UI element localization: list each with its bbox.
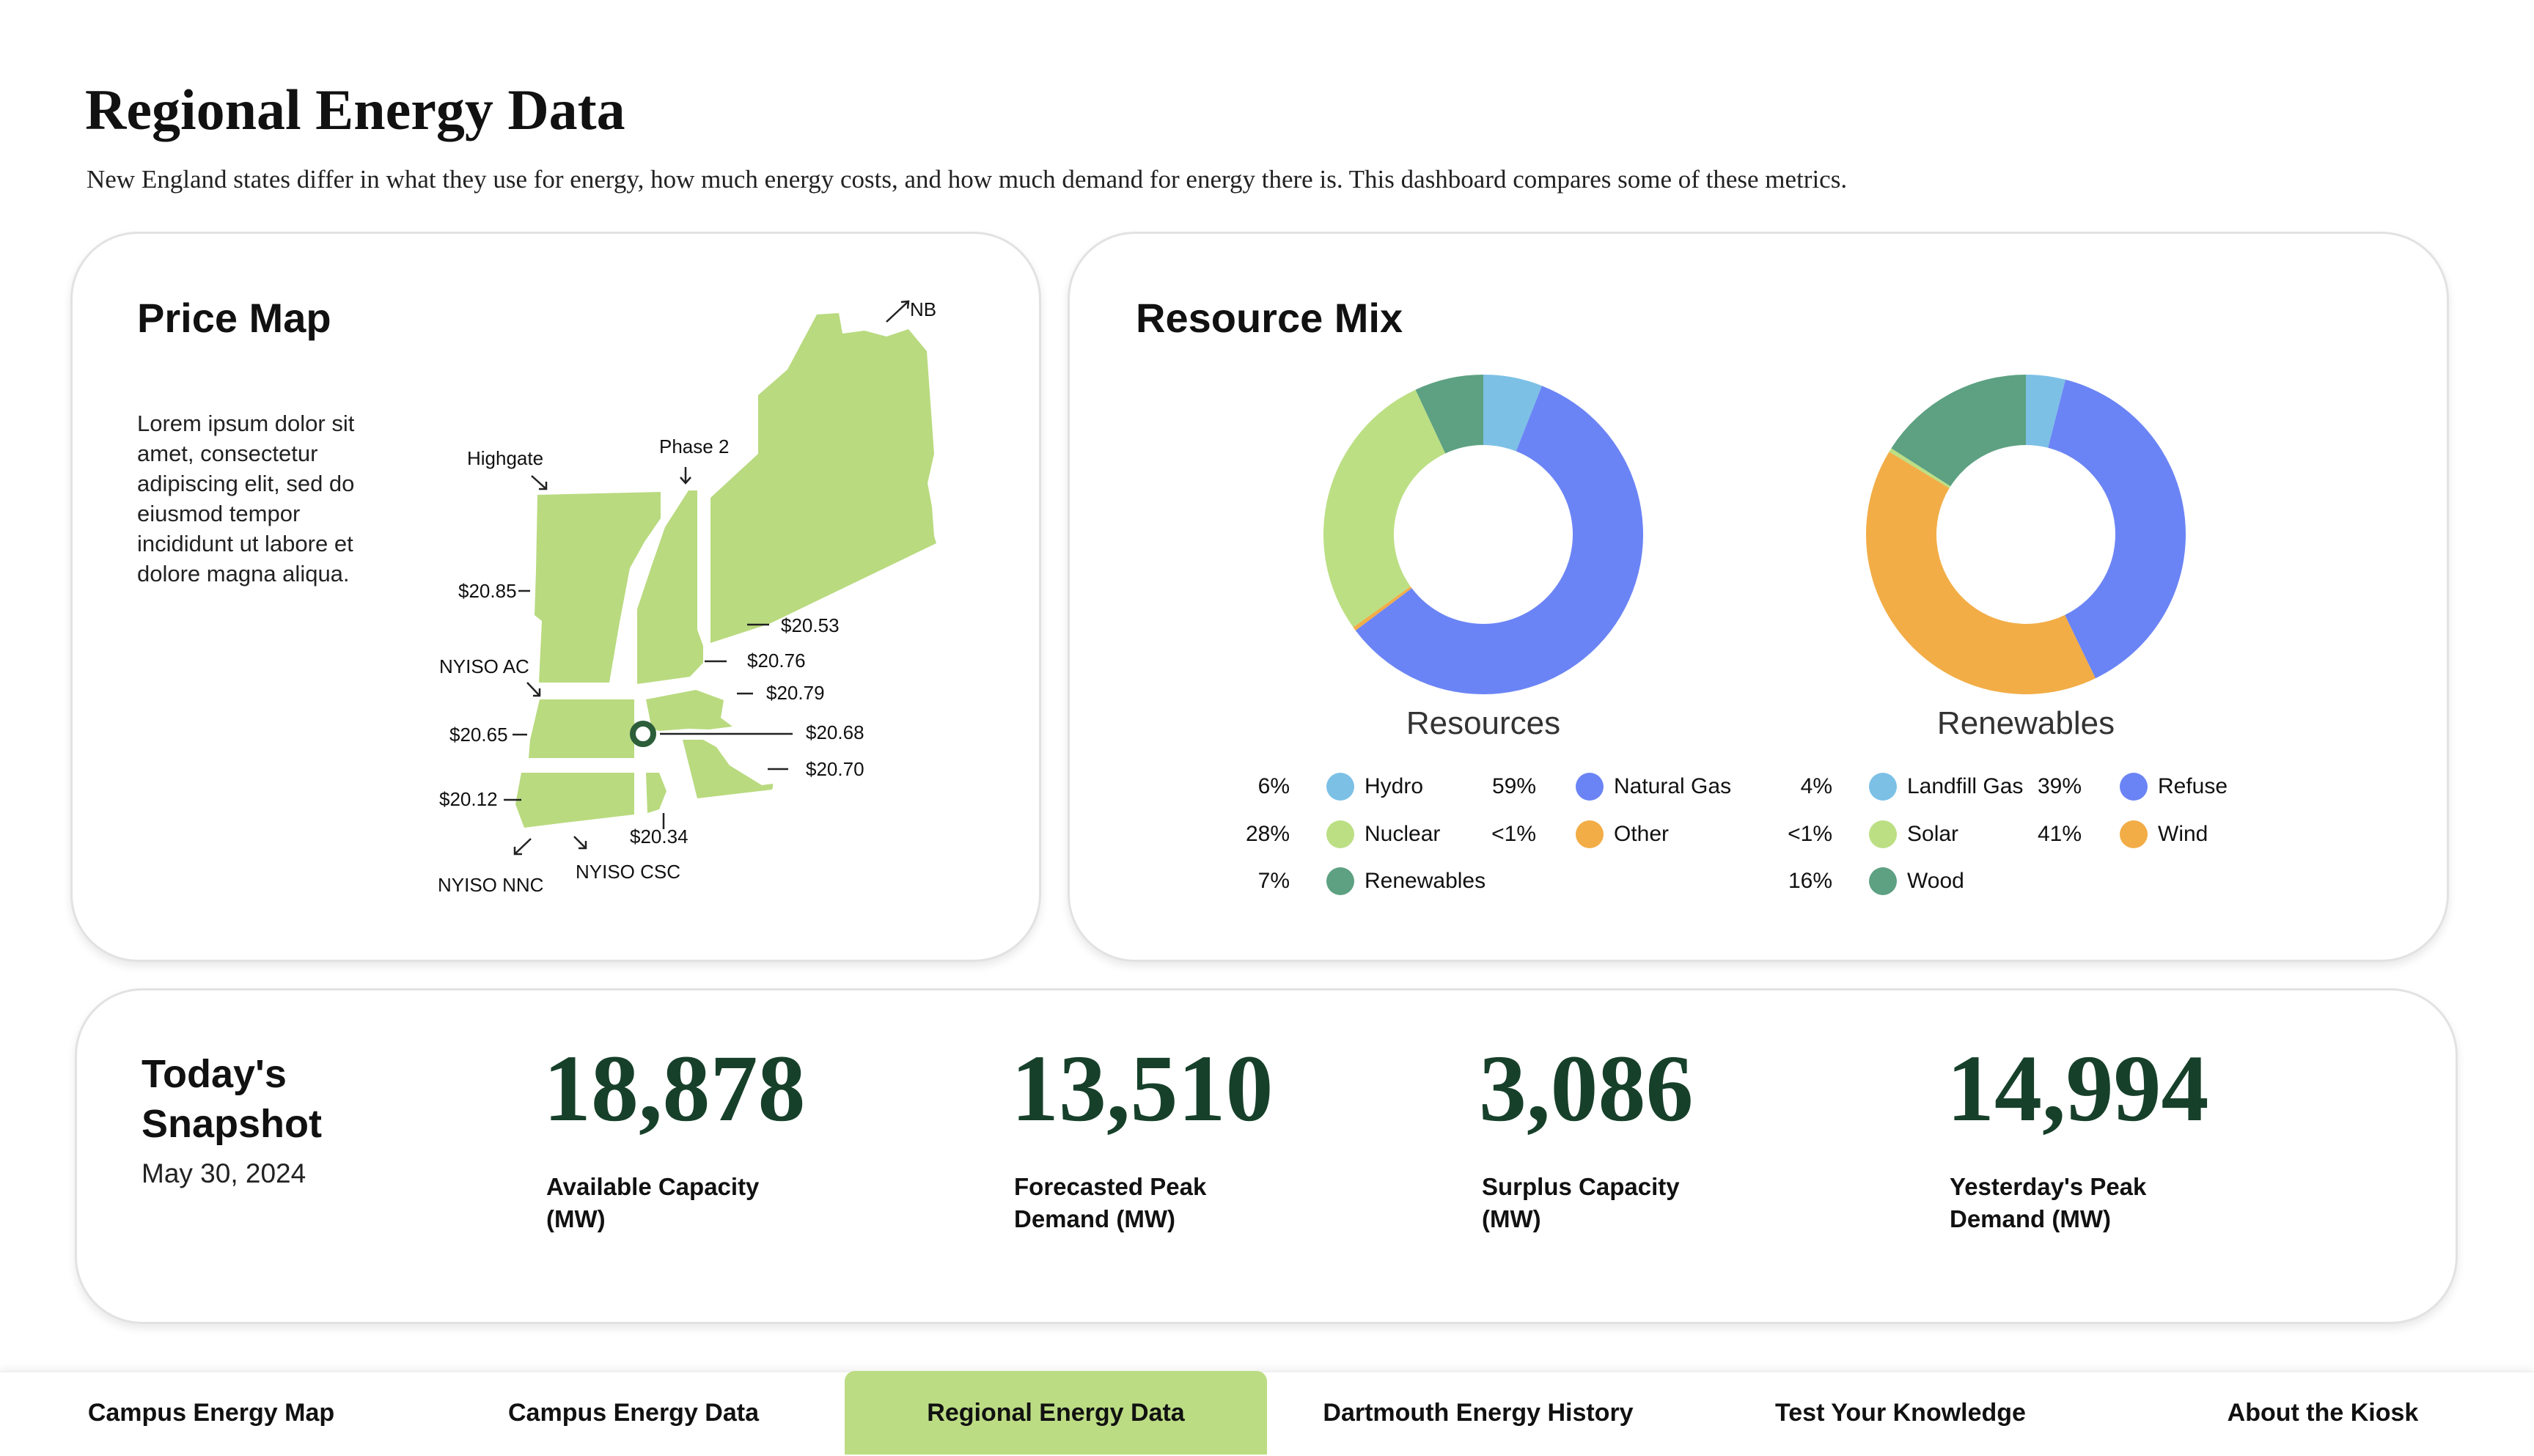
legend-name: Refuse xyxy=(2158,774,2228,798)
legend-dot-nuclear xyxy=(1326,820,1354,848)
legend-dot-renewables xyxy=(1326,867,1354,895)
region-mass-ne xyxy=(646,690,732,731)
page-subtitle: New England states differ in what they u… xyxy=(87,165,1848,194)
tab-about-the-kiosk[interactable]: About the Kiosk xyxy=(2112,1371,2534,1455)
legend-pct: 59% xyxy=(1491,774,1536,798)
tab-test-your-knowledge[interactable]: Test Your Knowledge xyxy=(1689,1371,2112,1455)
map-price-label: $20.70 xyxy=(806,758,864,780)
region-mass-se xyxy=(683,740,773,798)
region-mass-west xyxy=(529,699,634,758)
map-label-phase2: Phase 2 xyxy=(659,435,730,457)
page-title: Regional Energy Data xyxy=(85,78,625,141)
map-price-label: $20.65 xyxy=(449,724,508,746)
stat-value: 13,510 xyxy=(1011,1036,1274,1141)
map-label-nyiso-nnc: NYISO NNC xyxy=(438,874,544,896)
map-price-label: $20.76 xyxy=(747,650,806,672)
legend-name: Hydro xyxy=(1365,774,1424,798)
donut-slice-wind[interactable] xyxy=(1866,452,2096,694)
legend-dot-other xyxy=(1576,820,1604,848)
map-label-nyiso-ac: NYISO AC xyxy=(439,655,529,677)
renewables-donut[interactable] xyxy=(1865,373,2187,696)
renewables-chart-title: Renewables xyxy=(1936,705,2115,741)
resource-mix-card: Resource Mix Resources Renewables 6% Hyd… xyxy=(1068,232,2449,962)
stat-value: 14,994 xyxy=(1947,1036,2209,1141)
map-price-label: $20.34 xyxy=(630,826,688,848)
stat-label-line: Demand (MW) xyxy=(1014,1205,1175,1232)
stat-label-line: (MW) xyxy=(1482,1205,1541,1232)
legend-dot-refuse xyxy=(2120,773,2148,801)
legend-name: Other xyxy=(1614,822,1670,846)
map-price-label: $20.85 xyxy=(458,580,517,602)
stat-label: Available Capacity (MW) xyxy=(546,1171,759,1235)
tab-regional-energy-data[interactable]: Regional Energy Data xyxy=(845,1371,1267,1455)
legend-dot-natural-gas xyxy=(1576,773,1604,801)
snapshot-title-line1: Today's xyxy=(142,1052,287,1096)
stat-value: 18,878 xyxy=(543,1036,806,1141)
stat-label-line: Yesterday's Peak xyxy=(1950,1173,2147,1200)
price-map-marker xyxy=(630,721,656,747)
legend-pct: 39% xyxy=(2037,774,2082,798)
new-england-map[interactable] xyxy=(73,234,1043,964)
resources-donut[interactable] xyxy=(1322,373,1645,696)
legend-dot-hydro xyxy=(1326,773,1354,801)
legend-pct: 28% xyxy=(1245,822,1290,846)
snapshot-title-line2: Snapshot xyxy=(142,1102,323,1146)
map-price-label: $20.53 xyxy=(781,614,840,636)
tab-campus-energy-data[interactable]: Campus Energy Data xyxy=(422,1371,845,1455)
legend-dot-wood xyxy=(1869,867,1897,895)
map-price-label: $20.68 xyxy=(806,721,864,743)
legend-pct: <1% xyxy=(1491,822,1536,846)
region-maine xyxy=(710,313,936,643)
legend-name: Wood xyxy=(1907,869,1964,893)
resources-chart-title: Resources xyxy=(1406,705,1561,741)
legend-dot-wind xyxy=(2120,820,2148,848)
legend-name: Nuclear xyxy=(1365,822,1441,846)
stat-label: Forecasted Peak Demand (MW) xyxy=(1014,1171,1206,1235)
legend-name: Landfill Gas xyxy=(1907,774,2024,798)
resource-mix-title: Resource Mix xyxy=(1136,295,1403,341)
map-price-label: $20.79 xyxy=(766,682,825,704)
map-label-nyiso-csc: NYISO CSC xyxy=(576,861,681,883)
region-connecticut xyxy=(515,773,634,828)
stat-label-line: Surplus Capacity xyxy=(1482,1173,1680,1200)
stat-label-line: Demand (MW) xyxy=(1950,1205,2111,1232)
legend-name: Natural Gas xyxy=(1614,774,1732,798)
map-price-label: $20.12 xyxy=(439,788,498,810)
price-map-card: Price Map Lorem ipsum dolor sit amet, co… xyxy=(70,232,1041,962)
region-rhode-island xyxy=(646,773,666,813)
stat-label: Surplus Capacity (MW) xyxy=(1482,1171,1680,1235)
legend-dot-landfill-gas xyxy=(1869,773,1897,801)
snapshot-card: Today's Snapshot May 30, 2024 18,878 Ava… xyxy=(75,988,2458,1324)
map-label-highgate: Highgate xyxy=(467,447,544,469)
map-label-nb: NB xyxy=(910,298,937,320)
legend-name: Renewables xyxy=(1365,869,1486,893)
legend-pct: 41% xyxy=(2037,822,2082,846)
legend-pct: 6% xyxy=(1257,774,1290,798)
legend-pct: 7% xyxy=(1257,869,1290,893)
legend-dot-solar xyxy=(1869,820,1897,848)
legend-name: Wind xyxy=(2158,822,2208,846)
stat-value: 3,086 xyxy=(1479,1036,1694,1141)
tab-campus-energy-map[interactable]: Campus Energy Map xyxy=(0,1371,422,1455)
stat-label-line: Available Capacity xyxy=(546,1173,760,1200)
donut-slice-nuclear[interactable] xyxy=(1323,389,1446,628)
legend-pct: 16% xyxy=(1788,869,1832,893)
legend-pct: 4% xyxy=(1800,774,1832,798)
legend-pct: <1% xyxy=(1788,822,1832,846)
legend-name: Solar xyxy=(1907,822,1959,846)
snapshot-title: Today's Snapshot xyxy=(142,1049,322,1149)
stat-label: Yesterday's Peak Demand (MW) xyxy=(1950,1171,2146,1235)
snapshot-date: May 30, 2024 xyxy=(142,1158,306,1188)
stat-label-line: (MW) xyxy=(546,1205,606,1232)
stat-label-line: Forecasted Peak xyxy=(1014,1173,1207,1200)
tab-dartmouth-energy-history[interactable]: Dartmouth Energy History xyxy=(1267,1371,1689,1455)
